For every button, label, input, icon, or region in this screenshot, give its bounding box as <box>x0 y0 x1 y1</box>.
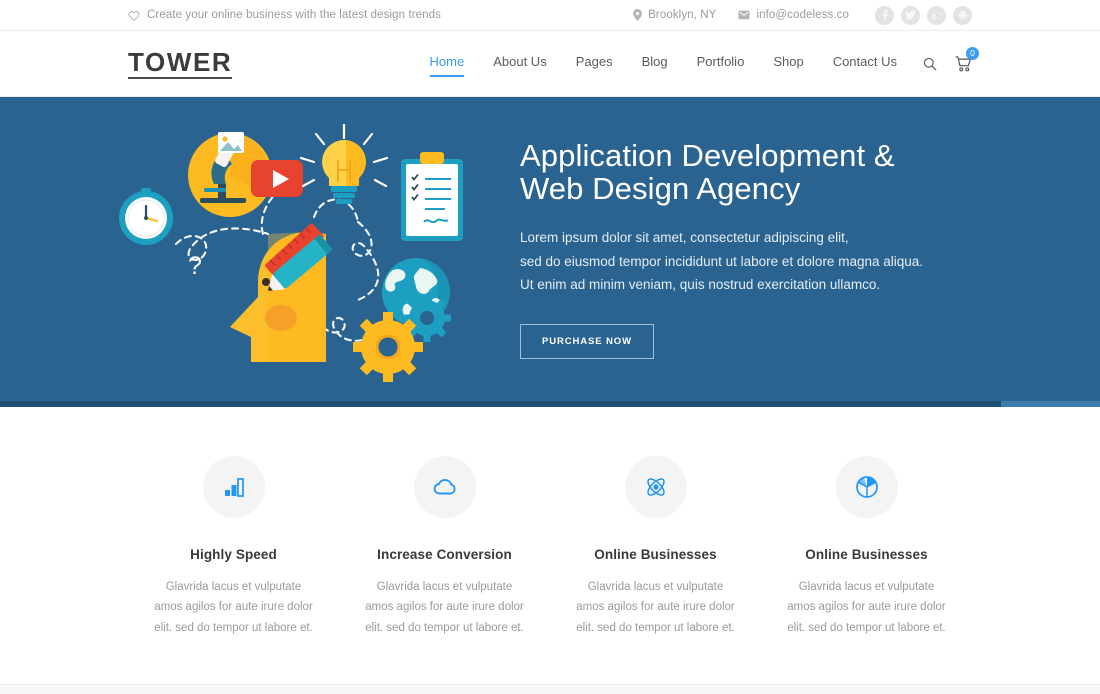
svg-text:g: g <box>932 10 937 20</box>
feature-card-highly-speed: Highly Speed Glavrida lacus et vulputate… <box>128 456 339 671</box>
twitter-icon[interactable] <box>901 5 920 25</box>
page-root: Create your online business with the lat… <box>0 0 1100 694</box>
hero-illustration: ? <box>118 122 508 382</box>
atom-icon <box>644 475 668 499</box>
envelope-icon <box>738 10 751 20</box>
feature-title: Increase Conversion <box>377 547 512 562</box>
search-icon[interactable] <box>923 57 937 71</box>
feature-icon-wrapper <box>202 456 265 518</box>
google-plus-icon[interactable]: g <box>927 5 946 25</box>
top-bar-contact-group: Brooklyn, NY info@codeless.co g <box>611 5 972 25</box>
feature-icon-wrapper <box>624 456 687 518</box>
video-play-icon <box>251 160 303 197</box>
heart-icon <box>128 10 140 21</box>
lightbulb-icon <box>299 123 389 204</box>
feature-title: Online Businesses <box>805 547 928 562</box>
feature-description: Glavrida lacus et vulputate amos agilos … <box>576 581 735 634</box>
nav-item-shop[interactable]: Shop <box>773 54 803 74</box>
social-links: g <box>875 5 972 25</box>
feature-description: Glavrida lacus et vulputate amos agilos … <box>365 581 524 634</box>
hero-subtitle-line-3: Ut enim ad minim veniam, quis nostrud ex… <box>520 276 881 292</box>
image-icon <box>218 132 244 153</box>
printer-icon[interactable] <box>953 5 972 25</box>
map-pin-icon <box>633 9 643 21</box>
feature-icon-wrapper <box>413 456 476 518</box>
feature-card-online-businesses-atom: Online Businesses Glavrida lacus et vulp… <box>550 456 761 671</box>
nav-item-contact-us[interactable]: Contact Us <box>833 54 897 74</box>
nav-item-about-us[interactable]: About Us <box>493 54 546 74</box>
cloud-icon <box>432 477 458 497</box>
location-item: Brooklyn, NY <box>633 9 716 21</box>
tagline-text: Create your online business with the lat… <box>147 9 442 21</box>
clipboard-icon <box>401 152 463 241</box>
email-item[interactable]: info@codeless.co <box>738 9 849 21</box>
hero-slider: ? Application Development & Web Design A… <box>0 97 1100 407</box>
nav-item-home[interactable]: Home <box>429 54 464 77</box>
hero-subtitle-line-2: sed do eiusmod tempor incididunt ut labo… <box>520 253 924 269</box>
location-text: Brooklyn, NY <box>648 9 717 21</box>
clock-icon <box>119 188 173 245</box>
feature-title: Online Businesses <box>594 547 717 562</box>
feature-description: Glavrida lacus et vulputate amos agilos … <box>787 581 946 634</box>
pie-chart-icon <box>855 475 879 499</box>
bar-chart-icon <box>223 476 245 498</box>
hero-subtitle: Lorem ipsum dolor sit amet, consectetur … <box>520 226 972 296</box>
site-logo[interactable]: TOWER <box>128 49 233 79</box>
header-icons: 0 <box>923 46 979 72</box>
nav-item-pages[interactable]: Pages <box>576 54 613 74</box>
email-text: info@codeless.co <box>756 9 849 21</box>
purchase-now-button[interactable]: PURCHASE NOW <box>520 324 654 360</box>
main-navigation: Home About Us Pages Blog Portfolio Shop … <box>401 46 979 77</box>
feature-card-increase-conversion: Increase Conversion Glavrida lacus et vu… <box>339 456 550 671</box>
hero-title: Application Development & Web Design Age… <box>520 137 972 207</box>
shopping-cart-icon[interactable]: 0 <box>955 46 979 72</box>
slider-progress-fill <box>0 401 1001 407</box>
feature-icon-wrapper <box>835 456 898 518</box>
slider-progress-bar[interactable] <box>0 401 1100 407</box>
feature-description: Glavrida lacus et vulputate amos agilos … <box>154 581 313 634</box>
features-section: Highly Speed Glavrida lacus et vulputate… <box>0 407 1100 671</box>
nav-item-portfolio[interactable]: Portfolio <box>697 54 745 74</box>
facebook-icon[interactable] <box>875 5 894 25</box>
cart-count-badge: 0 <box>966 46 979 60</box>
page-bottom-strip <box>0 684 1100 694</box>
brain-head-creative-process-illustration: ? <box>119 123 463 382</box>
feature-title: Highly Speed <box>190 547 277 562</box>
top-bar: Create your online business with the lat… <box>0 0 1100 31</box>
hero-title-line-2: Web Design Agency <box>520 171 801 207</box>
hero-subtitle-line-1: Lorem ipsum dolor sit amet, consectetur … <box>520 230 849 246</box>
feature-card-online-businesses-pie: Online Businesses Glavrida lacus et vulp… <box>761 456 972 671</box>
nav-item-blog[interactable]: Blog <box>642 54 668 74</box>
top-bar-tagline-group: Create your online business with the lat… <box>128 9 441 21</box>
hero-title-line-1: Application Development & <box>520 137 895 173</box>
svg-text:?: ? <box>188 252 202 280</box>
site-header: TOWER Home About Us Pages Blog Portfolio… <box>0 31 1100 97</box>
hero-copy: Application Development & Web Design Age… <box>508 137 972 360</box>
